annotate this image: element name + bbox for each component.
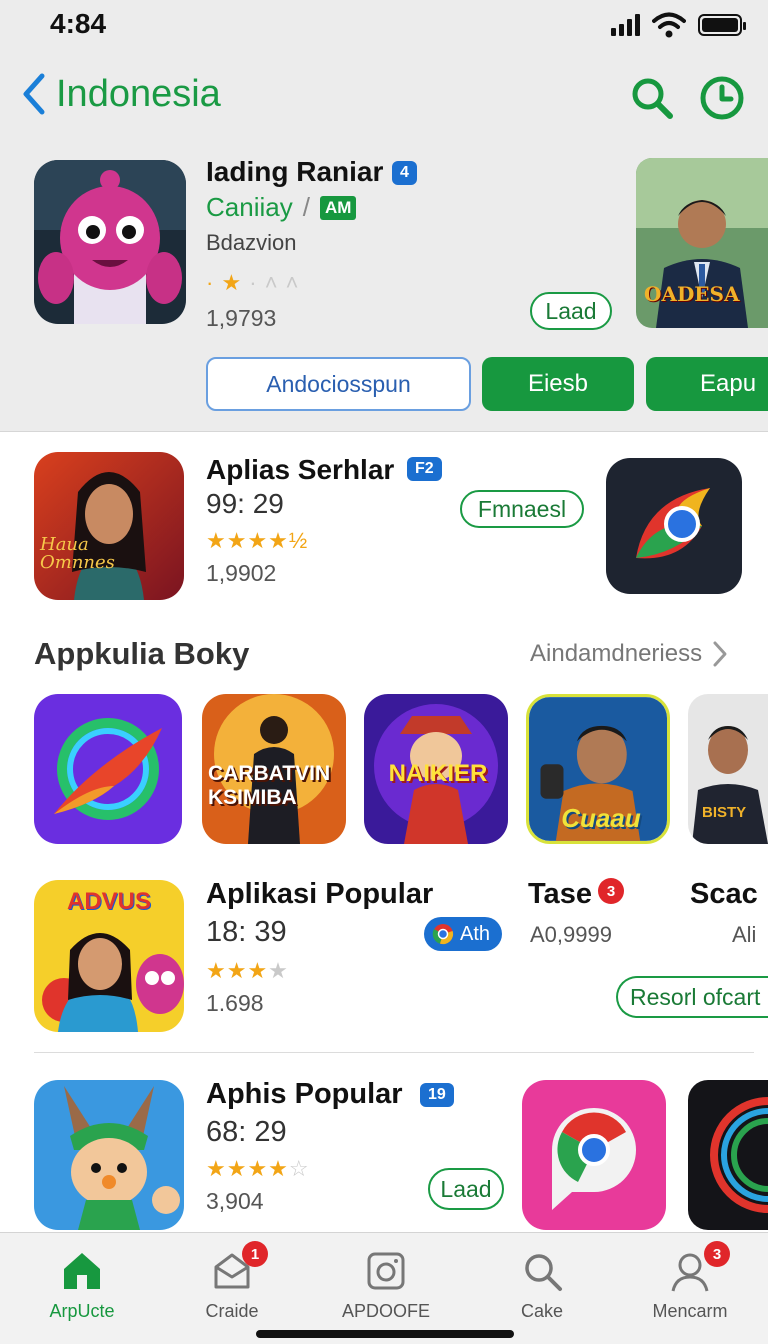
bisty-caption: BISTY xyxy=(702,804,747,821)
row3-side-app-icon[interactable] xyxy=(522,1080,666,1230)
tab-inbox-label: Craide xyxy=(205,1301,259,1321)
featured-developer[interactable]: Caniiay xyxy=(206,192,293,223)
pink-mascot-icon xyxy=(34,160,186,324)
tab-search[interactable]: Cake xyxy=(482,1249,602,1322)
chevron-right-icon xyxy=(713,641,727,667)
neon-app-icon xyxy=(688,1080,768,1230)
tab-camera-label: APDOOFE xyxy=(341,1301,430,1321)
see-all-link[interactable]: Aindamdneriess xyxy=(530,640,728,668)
row2-side2-value: Ali xyxy=(732,922,757,947)
row1-rating-stars: ★★★★½ xyxy=(206,528,309,553)
camera-icon xyxy=(367,1252,405,1290)
tab-camera[interactable]: APDOOFE xyxy=(326,1249,446,1322)
tab-home[interactable]: ArpUcte xyxy=(22,1249,142,1322)
row3-rating-stars: ★★★★☆ xyxy=(206,1156,310,1181)
side-card-caption: OADESA xyxy=(644,282,740,306)
separator-slash: / xyxy=(302,192,310,222)
row3-price: 68: 29 xyxy=(206,1116,287,1148)
news-app-icon xyxy=(688,694,768,844)
row3-app-title[interactable]: Aphis Popular xyxy=(206,1078,403,1111)
featured-side-card[interactable]: OADESA xyxy=(636,158,768,328)
row3-app-icon[interactable] xyxy=(34,1080,184,1230)
signal-icon xyxy=(611,14,640,36)
row2-price: 18: 39 xyxy=(206,916,287,948)
row1-app-icon[interactable]: Haua Omnnes xyxy=(34,452,184,600)
carousel-item-swirl[interactable] xyxy=(34,694,182,844)
carousel-item-naikier[interactable]: NAIKIER xyxy=(364,694,508,844)
back-button[interactable]: Indonesia xyxy=(20,72,221,116)
row2-rating-count: 1.698 xyxy=(206,990,264,1016)
woman-portrait-icon xyxy=(34,452,184,600)
row3-rating-count: 3,904 xyxy=(206,1188,264,1214)
featured-action-button-1[interactable]: Andociosspun xyxy=(206,357,471,411)
clock-icon[interactable] xyxy=(698,74,746,122)
row2-action-button[interactable]: Resorl ofcart xyxy=(616,976,768,1018)
row3-app-badge: 19 xyxy=(420,1083,454,1107)
row3-get-button[interactable]: Laad xyxy=(428,1168,504,1210)
row1-app-badge: F2 xyxy=(407,457,442,481)
row1-action-button[interactable]: Fmnaesl xyxy=(460,490,584,528)
bunny-mascot-icon xyxy=(34,1080,184,1230)
row1-icon-caption: Haua Omnnes xyxy=(40,534,115,573)
tab-profile-label: Mencarm xyxy=(652,1301,728,1321)
search-icon xyxy=(525,1254,562,1291)
carbatvin-caption: CARBATVIN KSIMIBA xyxy=(208,762,331,809)
row2-badge-label: Ath xyxy=(460,922,491,945)
featured-app-badge: 4 xyxy=(392,161,417,185)
tab-bar: ArpUcte Craide 1 APDOOFE Cake Mencarm 3 xyxy=(0,1232,768,1344)
carousel-item-cuaau[interactable]: Cuaau xyxy=(526,694,670,844)
status-icons xyxy=(611,12,746,38)
row3-side-app-icon-2[interactable] xyxy=(688,1080,768,1230)
swirl-app-icon xyxy=(34,694,182,844)
row2-rating-stars: ★★★★ xyxy=(206,958,289,983)
row1-price: 99: 29 xyxy=(206,488,284,519)
row2-app-title[interactable]: Aplikasi Popular xyxy=(206,878,433,911)
chat-browser-icon xyxy=(522,1080,666,1230)
home-indicator xyxy=(256,1330,514,1338)
battery-icon xyxy=(698,14,746,36)
featured-action-button-3[interactable]: Eapu xyxy=(646,357,768,411)
developer-tag: AM xyxy=(319,195,357,220)
wifi-icon xyxy=(652,12,686,38)
chrome-icon xyxy=(432,924,454,945)
app-store-screen: 4:84 Indonesia Iading Raniar 4 Caniiay /… xyxy=(0,0,768,1344)
tab-profile-badge: 3 xyxy=(704,1241,730,1267)
featured-get-button[interactable]: Laad xyxy=(530,292,612,330)
featured-rating-count: 1,9793 xyxy=(206,305,277,331)
tab-search-label: Cake xyxy=(520,1301,564,1321)
featured-category: Bdazvion xyxy=(206,230,297,255)
status-time: 4:84 xyxy=(50,8,107,39)
section-title: Appkulia Boky xyxy=(34,636,250,671)
browser-swirl-icon xyxy=(606,458,742,594)
row2-side-title[interactable]: Tase xyxy=(528,878,592,911)
row2-side-badge: 3 xyxy=(598,878,624,904)
row2-badge: Ath xyxy=(424,917,503,951)
cuaau-caption: Cuaau xyxy=(561,803,641,833)
row2-side-value: A0,9999 xyxy=(530,922,612,947)
row-divider xyxy=(34,1052,754,1053)
carousel-item-bisty[interactable]: BISTY xyxy=(688,694,768,844)
row1-side-app-icon[interactable] xyxy=(606,458,742,594)
row2-side2-title[interactable]: Scac xyxy=(690,878,768,911)
featured-app-title[interactable]: Iading Raniar xyxy=(206,156,383,188)
featured-developer-row: Caniiay / AM xyxy=(206,192,357,223)
chevron-left-icon xyxy=(23,73,45,115)
home-icon xyxy=(64,1253,100,1289)
row2-icon-caption: ADVUS xyxy=(66,888,151,915)
row2-app-icon[interactable]: ADVUS xyxy=(34,880,184,1032)
tab-home-label: ArpUcte xyxy=(49,1301,115,1321)
row1-app-title[interactable]: Aplias Serhlar xyxy=(206,454,394,486)
tab-inbox-badge: 1 xyxy=(242,1241,268,1267)
featured-action-button-2[interactable]: Eiesb xyxy=(482,357,634,411)
tab-inbox[interactable]: Craide xyxy=(172,1249,292,1322)
tab-profile[interactable]: Mencarm xyxy=(630,1249,750,1322)
page-title: Indonesia xyxy=(56,72,221,115)
featured-rating-stars: · ★ · ˄ ˄ xyxy=(206,270,300,295)
featured-app-icon[interactable] xyxy=(34,160,186,324)
search-icon[interactable] xyxy=(628,74,676,122)
naikier-caption: NAIKIER xyxy=(388,760,488,787)
row1-rating-count: 1,9902 xyxy=(206,560,277,586)
carousel-item-carbatvin[interactable]: CARBATVIN KSIMIBA xyxy=(202,694,346,844)
see-all-label: Aindamdneriess xyxy=(530,640,703,667)
